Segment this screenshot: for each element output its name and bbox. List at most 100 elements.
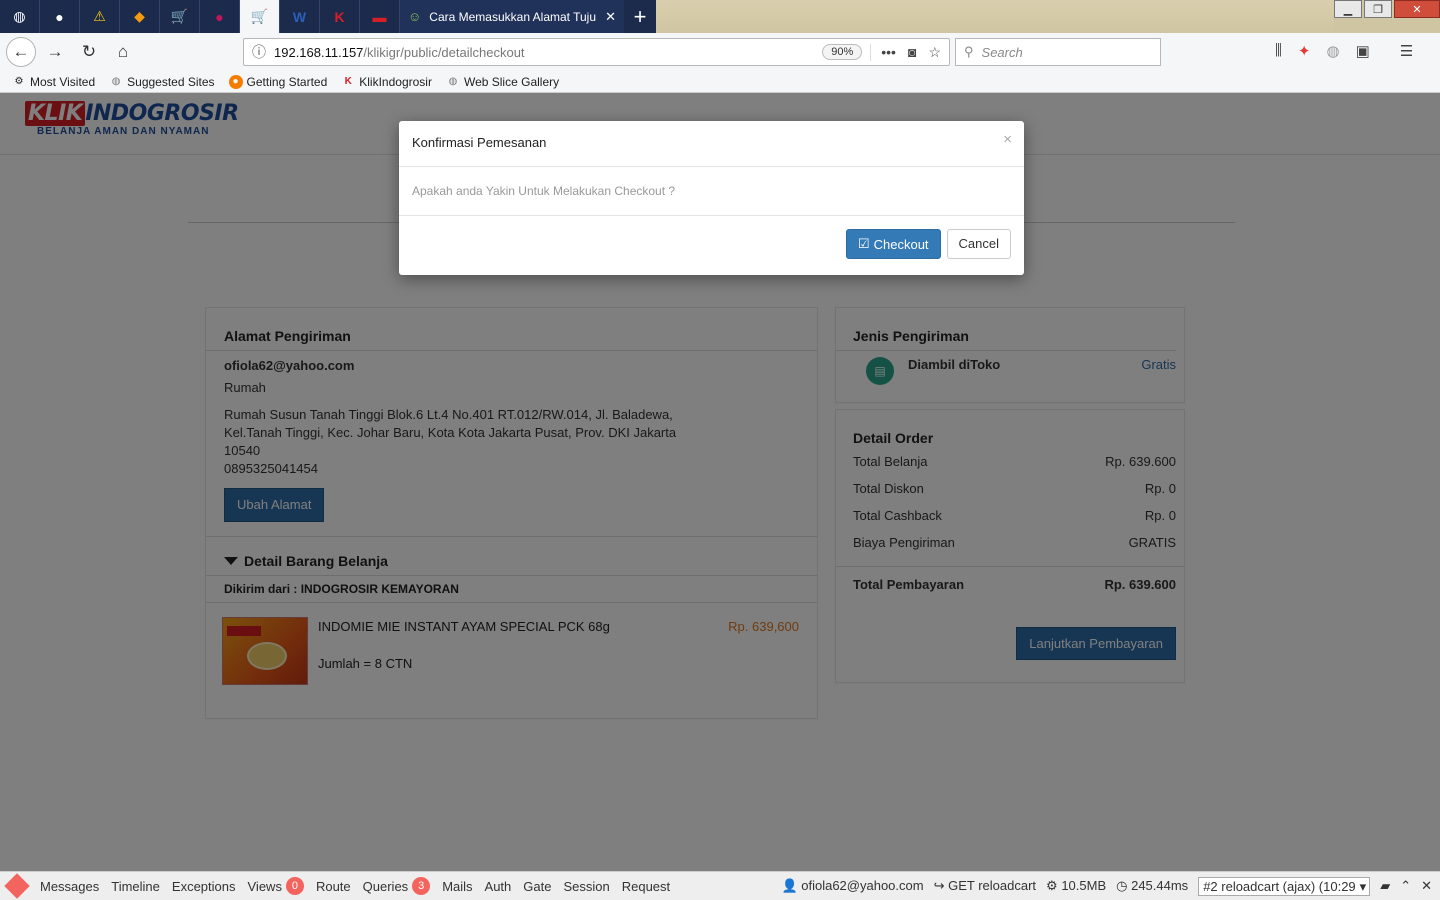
minimize-icon[interactable]: ▁ (1334, 0, 1362, 18)
debug-tab-label: Queries (362, 878, 409, 894)
debug-tab-queries[interactable]: Queries 3 (357, 877, 437, 895)
tab-cart-active-icon[interactable]: 🛒 (240, 0, 280, 33)
reload-icon[interactable]: ↻ (74, 37, 104, 67)
bookmark-label: KlikIndogrosir (359, 74, 432, 89)
bookmark-klikindogrosir[interactable]: K KlikIndogrosir (341, 75, 432, 89)
extension-icon[interactable]: ✦ (1298, 42, 1311, 60)
tab-diamond-icon[interactable]: ◆ (120, 0, 160, 33)
k-icon: K (344, 76, 352, 87)
share-icon: ↪ (933, 878, 945, 893)
tab-close-icon[interactable]: ✕ (605, 9, 616, 25)
window-controls: ▁ ❐ ✕ (1334, 0, 1440, 33)
debugbar-close-icon[interactable]: ✕ (1421, 878, 1432, 894)
debug-tab-timeline[interactable]: Timeline (105, 879, 166, 894)
tab-current[interactable]: ☺ Cara Memasukkan Alamat Tuju ✕ (400, 0, 624, 33)
maximize-icon[interactable]: ❐ (1364, 0, 1392, 18)
menu-icon[interactable]: ☰ (1400, 42, 1413, 60)
bookmarks-bar: ⚙ Most Visited ◍ Suggested Sites ● Getting … (0, 71, 1440, 93)
views-count-badge: 0 (285, 877, 304, 895)
tab-k-icon[interactable]: K (320, 0, 360, 33)
search-icon: ⚲ (964, 44, 974, 59)
url-path: /klikigr/public/detailcheckout (363, 44, 525, 60)
page-actions-icon[interactable]: ••• (881, 44, 896, 61)
checkbox-icon: ☑ (857, 236, 870, 251)
confirm-modal: Konfirmasi Pemesanan × Apakah anda Yakin… (399, 121, 1024, 275)
clock-icon: ◷ (1116, 878, 1128, 893)
tab-circle-icon[interactable]: ● (200, 0, 240, 33)
checkout-label: Checkout (873, 236, 929, 252)
modal-message: Apakah anda Yakin Untuk Melakukan Checko… (399, 167, 1024, 216)
debug-memory-text: 10.5MB (1061, 878, 1107, 893)
debug-tab-auth[interactable]: Auth (479, 879, 518, 894)
bookmark-most-visited[interactable]: ⚙ Most Visited (12, 74, 96, 89)
firefox-icon: ● (228, 74, 243, 89)
window-close-icon[interactable]: ✕ (1394, 0, 1440, 18)
user-icon: 👤 (781, 878, 798, 893)
modal-header: Konfirmasi Pemesanan × (399, 121, 1024, 167)
bookmark-label: Web Slice Gallery (463, 74, 560, 89)
browser-navbar: ← → ↻ ⌂ ⓘ 192.168.11.157/klikigr/public/… (0, 33, 1440, 71)
modal-footer: ☑ Checkout Cancel (399, 216, 1024, 272)
search-placeholder: Search (981, 44, 1023, 60)
debug-tab-route[interactable]: Route (310, 879, 357, 894)
sidebar-icon[interactable]: ▣ (1356, 42, 1370, 60)
bookmark-suggested-sites[interactable]: ◍ Suggested Sites (109, 74, 215, 89)
site-info-icon[interactable]: ⓘ (252, 42, 266, 62)
debugbar: Messages Timeline Exceptions Views 0 Rout… (0, 871, 1440, 900)
browser-tabbar: ◍ ● ⚠ ◆ 🛒 ● 🛒 W K ▬ ☺ Cara Memasukkan Al… (0, 0, 1440, 33)
tab-cart-icon[interactable]: 🛒 (160, 0, 200, 33)
debug-tab-session[interactable]: Session (557, 879, 615, 894)
close-icon[interactable]: × (1003, 131, 1012, 148)
cogs-icon: ⚙ (1046, 878, 1058, 893)
bookmark-web-slice[interactable]: ◍ Web Slice Gallery (446, 74, 560, 89)
modal-title: Konfirmasi Pemesanan (412, 135, 547, 150)
back-icon[interactable]: ← (6, 37, 36, 67)
gear-icon: ⚙ (14, 76, 24, 87)
search-input[interactable]: ⚲ Search (955, 38, 1161, 66)
url-tools: ••• ◙ ☆ (870, 43, 941, 61)
tab-w-icon[interactable]: W (280, 0, 320, 33)
debug-user: 👤 ofiola62@yahoo.com (781, 878, 923, 894)
debug-request-text: GET reloadcart (948, 878, 1037, 893)
debug-user-text: ofiola62@yahoo.com (801, 878, 924, 893)
bookmark-star-icon[interactable]: ☆ (928, 44, 941, 61)
new-tab-icon[interactable]: + (624, 0, 656, 33)
debug-memory: ⚙ 10.5MB (1046, 878, 1106, 894)
tab-warning-icon[interactable]: ⚠ (80, 0, 120, 33)
bookmark-label: Suggested Sites (127, 74, 215, 89)
debugbar-logo-icon[interactable] (0, 872, 34, 900)
forward-icon[interactable]: → (40, 37, 70, 67)
url-bar[interactable]: ⓘ 192.168.11.157/klikigr/public/detailch… (243, 38, 950, 66)
debug-request: ↪ GET reloadcart (934, 878, 1036, 894)
library-icon[interactable]: ⫼ (1275, 42, 1282, 60)
tab-favicon-icon: ☺ (408, 9, 422, 24)
debug-tab-request[interactable]: Request (616, 879, 676, 894)
home-icon[interactable]: ⌂ (108, 37, 138, 67)
url-host: 192.168.11.157 (274, 44, 364, 60)
pocket-icon[interactable]: ◙ (908, 44, 916, 61)
cancel-button[interactable]: Cancel (946, 229, 1011, 259)
bookmark-getting-started[interactable]: ● Getting Started (228, 74, 328, 89)
url-text[interactable]: 192.168.11.157/klikigr/public/detailchec… (274, 45, 814, 60)
request-select[interactable]: #2 reloadcart (ajax) (10:29 (1198, 876, 1371, 896)
debugbar-info: 👤 ofiola62@yahoo.com ↪ GET reloadcart ⚙ … (781, 876, 1440, 896)
debug-tab-views[interactable]: Views 0 (242, 877, 310, 895)
bookmark-label: Getting Started (246, 74, 328, 89)
debug-tab-label: Views (247, 878, 282, 894)
debug-tab-gate[interactable]: Gate (517, 879, 557, 894)
bookmark-label: Most Visited (30, 74, 96, 89)
zoom-level[interactable]: 90% (822, 44, 863, 60)
tab-flag-icon[interactable]: ▬ (360, 0, 400, 33)
debug-time: ◷ 245.44ms (1116, 878, 1188, 894)
tab-dot-icon[interactable]: ● (40, 0, 80, 33)
debug-time-text: 245.44ms (1131, 878, 1189, 893)
globe-icon[interactable]: ◍ (1326, 42, 1339, 60)
debug-tab-mails[interactable]: Mails (436, 879, 478, 894)
globe-icon: ◍ (448, 76, 458, 87)
chevron-up-icon[interactable]: ⌃ (1400, 878, 1411, 894)
folder-icon[interactable]: ▰ (1380, 878, 1390, 894)
debug-tab-messages[interactable]: Messages (34, 879, 105, 894)
tab-globe-icon[interactable]: ◍ (0, 0, 40, 33)
checkout-button[interactable]: ☑ Checkout (845, 229, 941, 259)
debug-tab-exceptions[interactable]: Exceptions (166, 879, 242, 894)
